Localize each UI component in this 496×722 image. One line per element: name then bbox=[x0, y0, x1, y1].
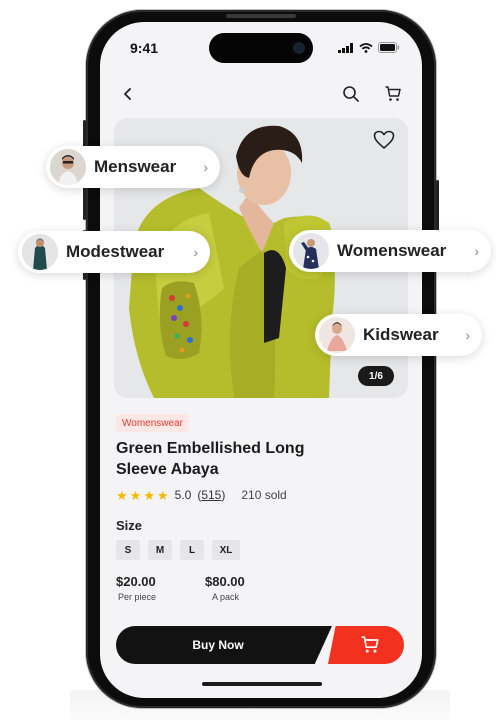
rating-row: ★ ★ ★ ★ 5.0 (515) 210 sold bbox=[116, 488, 287, 502]
wifi-icon bbox=[359, 42, 373, 53]
rating-value: 5.0 bbox=[174, 488, 192, 502]
cart-header-button[interactable] bbox=[379, 80, 407, 108]
pill-label: Menswear bbox=[94, 157, 177, 176]
speaker-grille bbox=[226, 14, 296, 18]
product-title: Green Embellished Long Sleeve Abaya bbox=[116, 440, 305, 478]
size-option-l[interactable]: L bbox=[180, 540, 204, 560]
back-button[interactable] bbox=[114, 80, 142, 108]
buy-now-button[interactable]: Buy Now bbox=[116, 626, 332, 664]
review-count[interactable]: 515 bbox=[201, 488, 221, 502]
size-option-m[interactable]: M bbox=[148, 540, 172, 560]
phone-screen: 9:41 1/6 Womenswear Green Embellished Lo… bbox=[100, 22, 422, 698]
status-icons bbox=[338, 42, 400, 53]
avatar bbox=[293, 233, 329, 269]
avatar bbox=[22, 234, 58, 270]
favorite-button[interactable] bbox=[372, 128, 396, 152]
price-per-piece: $20.00 Per piece bbox=[116, 574, 156, 602]
size-label: Size bbox=[116, 518, 143, 533]
chevron-right-icon: › bbox=[203, 159, 208, 175]
search-icon bbox=[343, 86, 359, 102]
avatar bbox=[319, 317, 355, 353]
status-time: 9:41 bbox=[130, 40, 159, 56]
price-amount: $80.00 bbox=[205, 574, 245, 589]
sold-count: 210 sold bbox=[241, 488, 287, 502]
avatar bbox=[50, 149, 86, 185]
cart-icon bbox=[361, 636, 379, 653]
battery-icon bbox=[378, 42, 400, 53]
pill-label: Kidswear bbox=[363, 325, 439, 344]
category-pill-modestwear[interactable]: Modestwear › bbox=[18, 231, 210, 273]
review-count-wrap[interactable]: (515) bbox=[197, 488, 225, 502]
category-pill-menswear[interactable]: Menswear › bbox=[46, 146, 220, 188]
chevron-left-icon bbox=[124, 88, 131, 100]
chevron-right-icon: › bbox=[193, 244, 198, 260]
front-camera bbox=[293, 42, 305, 54]
price-unit: A pack bbox=[212, 592, 240, 602]
pill-label: Modestwear bbox=[66, 242, 165, 261]
rating-stars: ★ ★ ★ ★ bbox=[116, 489, 169, 502]
size-option-xl[interactable]: XL bbox=[212, 540, 240, 560]
price-amount: $20.00 bbox=[116, 574, 156, 589]
star-icon: ★ bbox=[143, 487, 155, 503]
heart-icon bbox=[373, 130, 395, 149]
star-icon: ★ bbox=[129, 487, 142, 503]
star-icon: ★ bbox=[156, 487, 169, 503]
search-button[interactable] bbox=[337, 80, 365, 108]
star-icon: ★ bbox=[116, 487, 128, 503]
size-option-s[interactable]: S bbox=[116, 540, 140, 560]
signal-icon bbox=[338, 42, 353, 53]
home-indicator bbox=[202, 682, 322, 686]
price-pack: $80.00 A pack bbox=[205, 574, 245, 602]
category-badge: Womenswear bbox=[116, 414, 189, 432]
chevron-right-icon: › bbox=[474, 243, 479, 259]
category-pill-kidswear[interactable]: Kidswear › bbox=[315, 314, 482, 356]
size-options: S M L XL bbox=[116, 540, 240, 560]
pill-label: Womenswear bbox=[337, 241, 447, 260]
price-unit: Per piece bbox=[118, 592, 157, 602]
cart-icon bbox=[385, 86, 401, 101]
add-to-cart-button[interactable] bbox=[328, 626, 404, 664]
category-pill-womenswear[interactable]: Womenswear › bbox=[289, 230, 491, 272]
image-counter: 1/6 bbox=[358, 366, 394, 386]
chevron-right-icon: › bbox=[465, 327, 470, 343]
